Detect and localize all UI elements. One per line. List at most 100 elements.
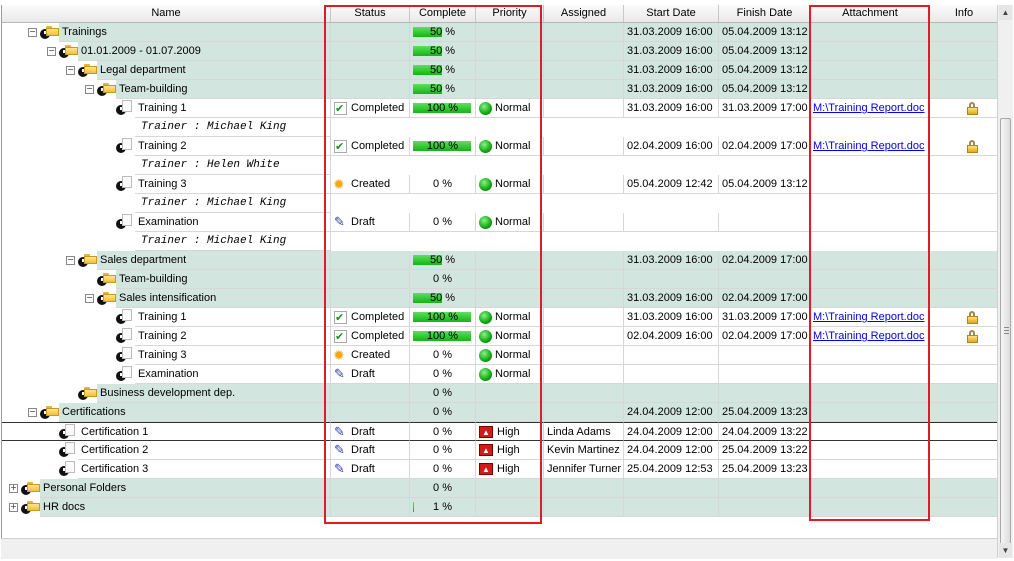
table-row[interactable]: Training 2 Completed 100 % Normal 02.04.2009… (2, 137, 998, 156)
header-attachment[interactable]: Attachment (811, 5, 930, 22)
header-start-date[interactable]: Start Date (624, 5, 719, 22)
cell-attachment[interactable]: M:\Training Report.doc (811, 327, 930, 346)
expand-toggle-icon[interactable]: + (9, 503, 18, 512)
lock-icon[interactable] (966, 311, 978, 324)
cell-attachment[interactable] (811, 42, 930, 61)
table-row[interactable]: + Personal Folders 0 % (2, 479, 998, 498)
expand-toggle-icon[interactable]: − (85, 294, 94, 303)
cell-info[interactable] (930, 422, 998, 441)
expand-toggle-icon[interactable]: − (85, 85, 94, 94)
cell-info[interactable] (930, 365, 998, 384)
cell-info[interactable] (930, 346, 998, 365)
cell-attachment[interactable]: M:\Training Report.doc (811, 99, 930, 118)
cell-info[interactable] (930, 80, 998, 99)
cell-attachment[interactable] (811, 251, 930, 270)
table-row[interactable]: − Sales department 50 % 31.03.2009 16:00 02.… (2, 251, 998, 270)
cell-attachment[interactable] (811, 346, 930, 365)
cell-info[interactable] (930, 498, 998, 517)
table-row[interactable]: − 01.01.2009 - 01.07.2009 50 % 31.03.2009 1… (2, 42, 998, 61)
cell-info[interactable] (930, 289, 998, 308)
cell-info[interactable] (930, 384, 998, 403)
table-row[interactable]: + HR docs 1 % (2, 498, 998, 517)
scroll-thumb[interactable] (1000, 118, 1011, 550)
header-finish-date[interactable]: Finish Date (719, 5, 811, 22)
cell-info[interactable] (930, 61, 998, 80)
table-row[interactable]: Trainer : Michael King (2, 118, 998, 137)
expand-toggle-icon[interactable]: − (28, 408, 37, 417)
table-row[interactable]: − Sales intensification 50 % 31.03.2009 16:… (2, 289, 998, 308)
cell-attachment[interactable] (811, 479, 930, 498)
lock-icon[interactable] (966, 102, 978, 115)
table-row[interactable]: Examination Draft 0 % Normal (2, 365, 998, 384)
expand-toggle-icon[interactable]: − (66, 66, 75, 75)
attachment-link[interactable]: M:\Training Report.doc (813, 311, 924, 323)
horizontal-scrollbar[interactable] (1, 538, 997, 559)
cell-attachment[interactable] (811, 289, 930, 308)
cell-attachment[interactable] (811, 175, 930, 194)
cell-attachment[interactable] (811, 23, 930, 42)
cell-info[interactable] (930, 137, 998, 156)
table-row[interactable]: Certification 2 Draft 0 % ▲ High Kevin Martin… (2, 441, 998, 460)
table-row[interactable]: − Trainings 50 % 31.03.2009 16:00 05.04.2009… (2, 23, 998, 42)
cell-info[interactable] (930, 213, 998, 232)
table-row[interactable]: − Legal department 50 % 31.03.2009 16:00 05.… (2, 61, 998, 80)
header-name[interactable]: Name (2, 5, 331, 22)
table-row[interactable]: Training 2 Completed 100 % Normal 02.04.2009… (2, 327, 998, 346)
table-row[interactable]: Training 1 Completed 100 % Normal 31.03.2009… (2, 308, 998, 327)
cell-info[interactable] (930, 403, 998, 422)
lock-icon[interactable] (966, 330, 978, 343)
cell-info[interactable] (930, 327, 998, 346)
cell-attachment[interactable] (811, 365, 930, 384)
scroll-up-icon[interactable]: ▲ (999, 5, 1012, 20)
expand-toggle-icon[interactable]: − (47, 47, 56, 56)
cell-attachment[interactable] (811, 422, 930, 441)
cell-info[interactable] (930, 270, 998, 289)
cell-info[interactable] (930, 308, 998, 327)
header-info[interactable]: Info (930, 5, 998, 22)
expand-toggle-icon[interactable]: − (28, 28, 37, 37)
cell-attachment[interactable] (811, 384, 930, 403)
header-status[interactable]: Status (331, 5, 410, 22)
cell-attachment[interactable] (811, 213, 930, 232)
cell-info[interactable] (930, 479, 998, 498)
cell-info[interactable] (930, 175, 998, 194)
cell-attachment[interactable]: M:\Training Report.doc (811, 308, 930, 327)
attachment-link[interactable]: M:\Training Report.doc (813, 102, 924, 114)
cell-attachment[interactable] (811, 498, 930, 517)
scroll-down-icon[interactable]: ▼ (999, 543, 1012, 558)
attachment-link[interactable]: M:\Training Report.doc (813, 140, 924, 152)
table-row[interactable]: Trainer : Helen White (2, 156, 998, 175)
cell-info[interactable] (930, 99, 998, 118)
table-row[interactable]: − Certifications 0 % 24.04.2009 12:00 25.04.… (2, 403, 998, 422)
expand-toggle-icon[interactable]: − (66, 256, 75, 265)
table-row[interactable]: Business development dep. 0 % (2, 384, 998, 403)
cell-attachment[interactable] (811, 460, 930, 479)
lock-icon[interactable] (966, 140, 978, 153)
table-row[interactable]: Training 1 Completed 100 % Normal 31.03.2009… (2, 99, 998, 118)
table-row[interactable]: Certification 3 Draft 0 % ▲ High Jennifer Tur… (2, 460, 998, 479)
cell-attachment[interactable]: M:\Training Report.doc (811, 137, 930, 156)
table-row[interactable]: Training 3 Created 0 % Normal 05.04.2009 12:… (2, 175, 998, 194)
cell-attachment[interactable] (811, 403, 930, 422)
vertical-scrollbar[interactable]: ▲ ▼ (997, 5, 1013, 558)
attachment-link[interactable]: M:\Training Report.doc (813, 330, 924, 342)
table-row[interactable]: Training 3 Created 0 % Normal (2, 346, 998, 365)
table-row[interactable]: Team-building 0 % (2, 270, 998, 289)
header-complete[interactable]: Complete (410, 5, 476, 22)
table-row[interactable]: Trainer : Michael King (2, 232, 998, 251)
cell-attachment[interactable] (811, 441, 930, 460)
cell-info[interactable] (930, 251, 998, 270)
cell-attachment[interactable] (811, 80, 930, 99)
expand-toggle-icon[interactable]: + (9, 484, 18, 493)
table-row[interactable]: Examination Draft 0 % Normal (2, 213, 998, 232)
cell-info[interactable] (930, 460, 998, 479)
cell-info[interactable] (930, 42, 998, 61)
cell-attachment[interactable] (811, 270, 930, 289)
cell-attachment[interactable] (811, 61, 930, 80)
cell-info[interactable] (930, 441, 998, 460)
table-row[interactable]: Certification 1Draft0 %▲HighLinda Adams2… (2, 422, 998, 441)
header-assigned[interactable]: Assigned (544, 5, 624, 22)
table-row[interactable]: Trainer : Michael King (2, 194, 998, 213)
cell-info[interactable] (930, 23, 998, 42)
header-priority[interactable]: Priority (476, 5, 544, 22)
